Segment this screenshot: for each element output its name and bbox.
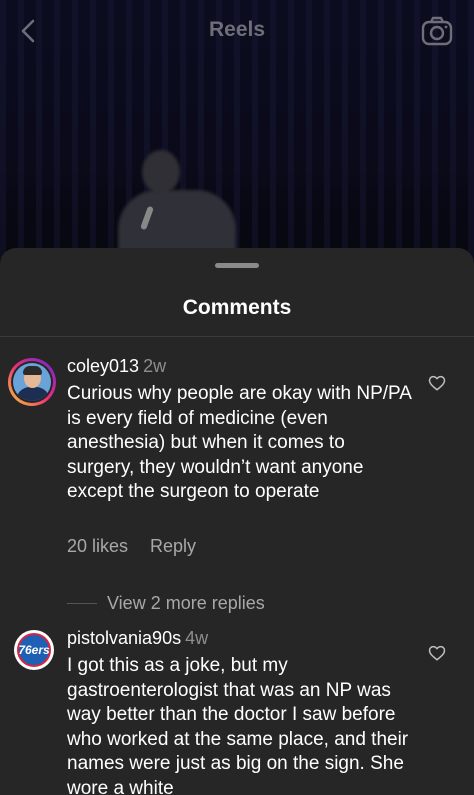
sheet-grabber[interactable] — [215, 263, 259, 268]
comment-username[interactable]: coley013 — [67, 356, 139, 376]
page-title: Reels — [208, 18, 266, 41]
divider — [0, 336, 474, 337]
likes-count[interactable]: 20 likes — [67, 536, 128, 557]
comments-sheet: Comments coley013 2w Curious why people a… — [0, 248, 474, 795]
camera-button[interactable] — [420, 14, 454, 48]
replies-rule — [67, 603, 97, 604]
performer-figure — [118, 150, 248, 260]
heart-icon — [428, 645, 446, 661]
comment-meta: coley013 2w — [67, 356, 166, 377]
view-replies-label: View 2 more replies — [107, 593, 265, 613]
camera-icon — [421, 16, 453, 46]
comment-text: I got this as a joke, but my gastroenter… — [67, 655, 409, 795]
sheet-title: Comments — [182, 296, 292, 319]
top-bar: Reels — [0, 0, 474, 64]
view-replies-button[interactable]: View 2 more replies — [67, 593, 265, 614]
comment-timestamp: 4w — [185, 628, 209, 648]
like-button[interactable] — [428, 644, 446, 662]
comment-meta: pistolvania90s 4w — [67, 628, 208, 649]
comment-username[interactable]: pistolvania90s — [67, 628, 181, 648]
comment-actions: 20 likes Reply — [67, 536, 196, 557]
heart-icon — [428, 375, 446, 391]
reply-button[interactable]: Reply — [150, 536, 196, 557]
comment-text: Curious why people are okay with NP/PA i… — [67, 383, 411, 502]
comment-timestamp: 2w — [143, 356, 167, 376]
like-button[interactable] — [428, 374, 446, 392]
team-logo: 76ers — [17, 633, 51, 667]
avatar[interactable] — [8, 358, 56, 406]
avatar[interactable]: 76ers — [14, 630, 54, 670]
